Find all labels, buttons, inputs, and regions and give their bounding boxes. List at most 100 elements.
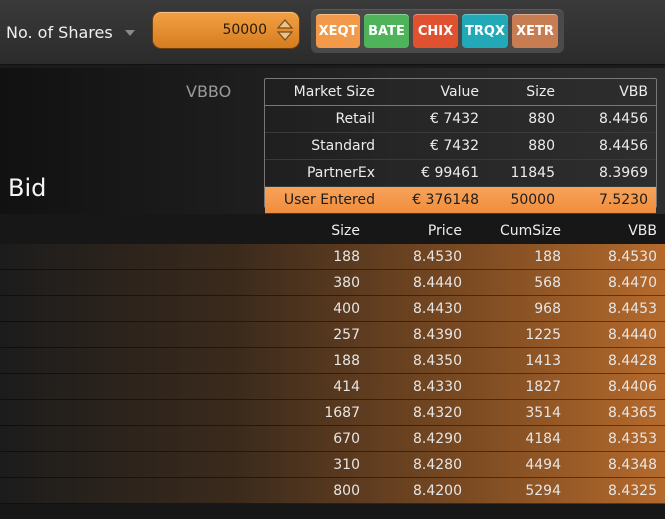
value-cell: € 376148 [412, 192, 479, 208]
size-cell: 188 [0, 244, 360, 270]
vbb-cell: 8.4470 [561, 269, 665, 296]
market-size-cell: PartnerEx [306, 165, 375, 181]
market-header-row: Market Size Value Size VBB [265, 79, 656, 106]
price-cell: 8.4430 [360, 295, 462, 322]
column-header: VBB [619, 84, 648, 100]
quantity-stepper[interactable] [153, 12, 299, 48]
price-cell: 8.4320 [360, 399, 462, 426]
side-label: Bid [8, 174, 47, 202]
size-cell: 414 [0, 373, 360, 400]
price-cell: 8.4530 [360, 244, 462, 270]
vbb-cell: 8.4456 [599, 111, 648, 127]
vbb-cell: 8.4365 [561, 399, 665, 426]
column-header: Value [440, 84, 479, 100]
vbb-cell: 8.4453 [561, 295, 665, 322]
column-header: Size [526, 84, 555, 100]
toolbar: No. of Shares XEQT BATE CHIX TRQX XETR [0, 0, 665, 65]
size-cell: 188 [0, 347, 360, 374]
cumsize-cell: 568 [462, 269, 561, 296]
table-row[interactable]: 400 8.4430 968 8.4453 [0, 295, 665, 322]
table-row[interactable]: 188 8.4530 188 8.4530 [0, 244, 665, 270]
price-cell: 8.4350 [360, 347, 462, 374]
vbb-cell: 7.5230 [599, 192, 648, 208]
market-size-cell: Retail [335, 111, 375, 127]
quantity-spinner[interactable] [275, 17, 295, 43]
vbbo-label: VBBO [186, 82, 232, 101]
vbb-cell: 8.3969 [599, 165, 648, 181]
size-cell: 380 [0, 269, 360, 296]
market-size-cell: Standard [311, 138, 375, 154]
cumsize-cell: 1827 [462, 373, 561, 400]
decrement-arrow-icon [276, 31, 294, 41]
vbb-cell: 8.4406 [561, 373, 665, 400]
size-cell: 310 [0, 451, 360, 478]
size-cell: 1687 [0, 399, 360, 426]
exchange-button-trqx[interactable]: TRQX [462, 14, 508, 48]
table-row[interactable]: 188 8.4350 1413 8.4428 [0, 347, 665, 374]
main-panel: Bid VBBO Market Size Value Size VBB Reta… [0, 68, 665, 519]
price-cell: 8.4280 [360, 451, 462, 478]
price-cell: 8.4330 [360, 373, 462, 400]
market-row-partnerex[interactable]: PartnerEx € 99461 11845 8.3969 [265, 160, 656, 187]
cumsize-cell: 3514 [462, 399, 561, 426]
order-depth-table: Size Price CumSize VBB 188 8.4530 188 8.453… [0, 218, 665, 504]
size-cell: 11845 [510, 165, 555, 181]
value-cell: € 7432 [430, 111, 479, 127]
size-cell: 880 [528, 138, 555, 154]
column-header: CumSize [499, 223, 561, 239]
column-header: Price [427, 223, 462, 239]
exchange-button-chix[interactable]: CHIX [413, 14, 458, 48]
increment-arrow-icon [276, 19, 294, 29]
cumsize-cell: 968 [462, 295, 561, 322]
market-size-table: Market Size Value Size VBB Retail € 7432… [264, 78, 657, 214]
size-cell: 400 [0, 295, 360, 322]
vbb-cell: 8.4456 [599, 138, 648, 154]
table-row[interactable]: 257 8.4390 1225 8.4440 [0, 321, 665, 348]
shares-type-select[interactable]: No. of Shares [6, 18, 135, 46]
table-row[interactable]: 670 8.4290 4184 8.4353 [0, 425, 665, 452]
cumsize-cell: 4494 [462, 451, 561, 478]
market-size-cell: User Entered [283, 192, 375, 208]
exchange-button-bate[interactable]: BATE [364, 14, 409, 48]
exchange-button-xeqt[interactable]: XEQT [316, 14, 360, 48]
vbb-cell: 8.4428 [561, 347, 665, 374]
market-row-standard[interactable]: Standard € 7432 880 8.4456 [265, 133, 656, 160]
cumsize-cell: 5294 [462, 477, 561, 504]
cumsize-cell: 1225 [462, 321, 561, 348]
column-header: Market Size [293, 84, 375, 100]
shares-type-label: No. of Shares [6, 22, 113, 42]
depth-header-row: Size Price CumSize VBB [0, 218, 665, 244]
vbb-cell: 8.4325 [561, 477, 665, 504]
market-row-user-entered[interactable]: User Entered € 376148 50000 7.5230 [265, 186, 656, 214]
vbb-cell: 8.4530 [561, 244, 665, 270]
size-cell: 800 [0, 477, 360, 504]
table-row[interactable]: 310 8.4280 4494 8.4348 [0, 451, 665, 478]
price-cell: 8.4390 [360, 321, 462, 348]
exchange-button-xetr[interactable]: XETR [512, 14, 558, 48]
quantity-input[interactable] [159, 16, 269, 44]
cumsize-cell: 188 [462, 244, 561, 270]
column-header: Size [331, 223, 360, 239]
price-cell: 8.4290 [360, 425, 462, 452]
exchange-button-group: XEQT BATE CHIX TRQX XETR [311, 9, 564, 53]
cumsize-cell: 1413 [462, 347, 561, 374]
bid-summary-panel: Bid VBBO Market Size Value Size VBB Reta… [0, 68, 665, 214]
size-cell: 50000 [510, 192, 555, 208]
table-row[interactable]: 800 8.4200 5294 8.4325 [0, 477, 665, 504]
table-row[interactable]: 380 8.4440 568 8.4470 [0, 269, 665, 296]
price-cell: 8.4200 [360, 477, 462, 504]
column-header: VBB [628, 223, 657, 239]
table-row[interactable]: 1687 8.4320 3514 8.4365 [0, 399, 665, 426]
size-cell: 880 [528, 111, 555, 127]
value-cell: € 7432 [430, 138, 479, 154]
price-cell: 8.4440 [360, 269, 462, 296]
chevron-down-icon[interactable] [124, 30, 135, 36]
vbb-cell: 8.4348 [561, 451, 665, 478]
market-row-retail[interactable]: Retail € 7432 880 8.4456 [265, 106, 656, 133]
depth-rows: 188 8.4530 188 8.4530 380 8.4440 568 8.4470 400 8… [0, 244, 665, 504]
size-cell: 670 [0, 425, 360, 452]
table-row[interactable]: 414 8.4330 1827 8.4406 [0, 373, 665, 400]
vbb-cell: 8.4440 [561, 321, 665, 348]
vbb-cell: 8.4353 [561, 425, 665, 452]
size-cell: 257 [0, 321, 360, 348]
